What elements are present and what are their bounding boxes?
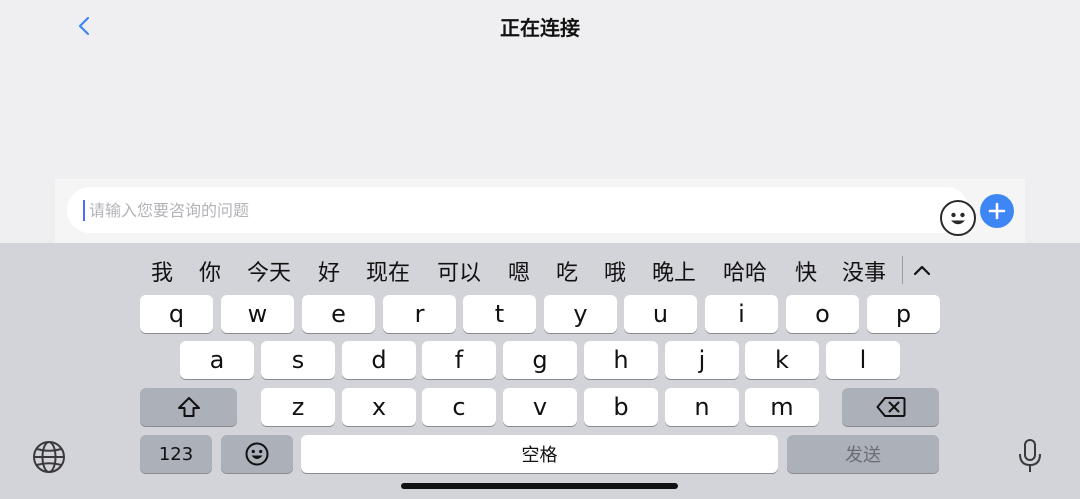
key-h[interactable]: h [584, 341, 658, 379]
candidate-word[interactable]: 现在 [366, 255, 410, 287]
expand-candidates-button[interactable] [908, 257, 936, 283]
add-attachment-button[interactable] [980, 194, 1014, 228]
microphone-icon [1019, 439, 1041, 472]
key-t[interactable]: t [463, 295, 536, 333]
emoji-button[interactable] [940, 200, 976, 236]
key-k[interactable]: k [745, 341, 819, 379]
candidate-word[interactable]: 今天 [247, 255, 291, 287]
backspace-icon [876, 397, 905, 417]
key-r[interactable]: r [383, 295, 456, 333]
candidate-word[interactable]: 你 [199, 255, 221, 287]
send-key[interactable]: 发送 [787, 435, 939, 473]
candidate-word[interactable]: 哦 [604, 255, 626, 287]
candidate-word[interactable]: 没事 [842, 255, 886, 287]
candidate-word[interactable]: 可以 [437, 255, 481, 287]
message-input-placeholder: 请输入您要咨询的问题 [89, 201, 250, 220]
key-p[interactable]: p [867, 295, 940, 333]
shift-key[interactable] [140, 388, 237, 426]
key-d[interactable]: d [342, 341, 416, 379]
text-caret [83, 200, 85, 221]
candidate-word[interactable]: 我 [151, 255, 173, 287]
globe-button[interactable] [31, 439, 67, 475]
candidate-word[interactable]: 嗯 [508, 255, 530, 287]
key-b[interactable]: b [584, 388, 658, 426]
key-j[interactable]: j [665, 341, 739, 379]
message-input-bar: 请输入您要咨询的问题 [55, 179, 1025, 243]
key-l[interactable]: l [826, 341, 900, 379]
key-s[interactable]: s [261, 341, 335, 379]
candidate-bar: 我 你 今天 好 现在 可以 嗯 吃 哦 晚上 哈哈 快 没事 [0, 243, 1080, 295]
home-indicator [401, 483, 678, 489]
key-n[interactable]: n [665, 388, 739, 426]
emoji-icon [245, 442, 269, 466]
delete-key[interactable] [842, 388, 939, 426]
key-x[interactable]: x [342, 388, 416, 426]
key-y[interactable]: y [544, 295, 617, 333]
candidate-word[interactable]: 快 [795, 255, 817, 287]
numbers-key[interactable]: 123 [140, 435, 212, 473]
candidate-word[interactable]: 吃 [556, 255, 578, 287]
globe-icon [33, 441, 65, 473]
candidate-word[interactable]: 哈哈 [723, 255, 767, 287]
key-q[interactable]: q [140, 295, 213, 333]
smiley-icon [951, 212, 965, 225]
chevron-up-icon [913, 265, 931, 276]
emoji-keyboard-key[interactable] [221, 435, 293, 473]
key-f[interactable]: f [422, 341, 496, 379]
key-o[interactable]: o [786, 295, 859, 333]
key-i[interactable]: i [705, 295, 778, 333]
shift-arrow-icon [177, 397, 200, 417]
space-key[interactable]: 空格 [301, 435, 778, 473]
plus-icon [988, 202, 1006, 220]
candidate-divider [902, 256, 903, 284]
key-z[interactable]: z [261, 388, 335, 426]
key-u[interactable]: u [624, 295, 697, 333]
key-a[interactable]: a [180, 341, 254, 379]
key-e[interactable]: e [302, 295, 375, 333]
key-g[interactable]: g [503, 341, 577, 379]
candidate-word[interactable]: 晚上 [652, 255, 696, 287]
ios-keyboard: 我 你 今天 好 现在 可以 嗯 吃 哦 晚上 哈哈 快 没事 q w e r … [0, 243, 1080, 499]
key-c[interactable]: c [422, 388, 496, 426]
key-w[interactable]: w [221, 295, 294, 333]
key-v[interactable]: v [503, 388, 577, 426]
candidate-word[interactable]: 好 [318, 255, 340, 287]
page-title: 正在连接 [500, 16, 580, 40]
message-input[interactable]: 请输入您要咨询的问题 [67, 187, 976, 236]
key-m[interactable]: m [745, 388, 819, 426]
nav-header: 正在连接 [0, 0, 1080, 52]
dictation-button[interactable] [1016, 437, 1044, 477]
